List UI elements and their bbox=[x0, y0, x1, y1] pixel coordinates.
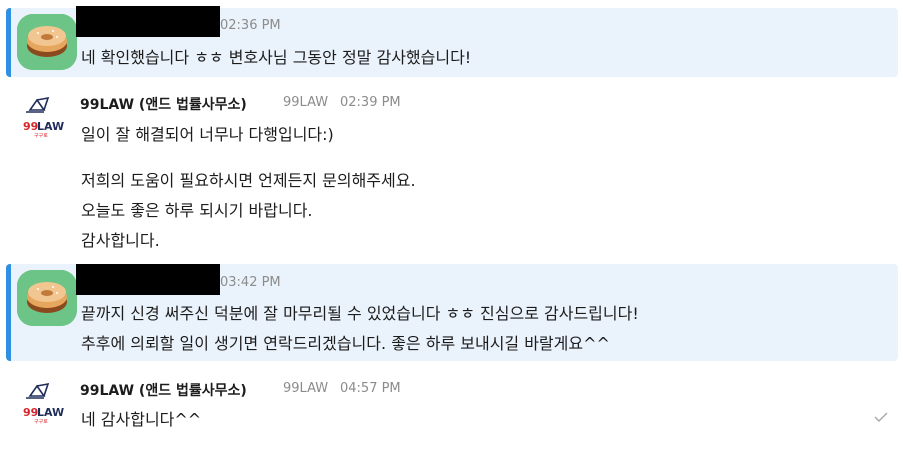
message-text: 네 감사합니다^^ bbox=[81, 410, 202, 429]
message-firm-2[interactable]: 99 LAW 구구로 99LAW (앤드 법률사무소) 99LAW 04:57 … bbox=[0, 366, 903, 436]
message-text: 오늘도 좋은 하루 되시기 바랍니다. bbox=[81, 201, 313, 220]
sender-handle: 99LAW bbox=[283, 381, 329, 396]
sender-name[interactable]: 99LAW (앤드 법률사무소) bbox=[80, 380, 247, 400]
sender-name[interactable]: 99LAW (앤드 법률사무소) bbox=[80, 94, 247, 114]
99law-logo-icon[interactable]: 99 LAW 구구로 bbox=[20, 378, 68, 426]
sender-handle: 99LAW bbox=[283, 95, 329, 110]
message-text: 감사합니다. bbox=[81, 231, 160, 250]
message-timestamp[interactable]: 04:57 PM bbox=[340, 381, 401, 396]
svg-text:LAW: LAW bbox=[37, 120, 64, 133]
redacted-sender-name bbox=[76, 6, 220, 37]
message-text: 일이 잘 해결되어 너무나 다행입니다:) bbox=[81, 125, 334, 144]
message-customer-1[interactable]: 02:36 PM 네 확인했습니다 ㅎㅎ 변호사님 그동안 정말 감사했습니다! bbox=[6, 6, 898, 77]
redacted-sender-name bbox=[76, 264, 220, 295]
message-text: 추후에 의뢰할 일이 생기면 연락드리겠습니다. 좋은 하루 보내시길 바랄게요… bbox=[81, 334, 610, 353]
bagel-avatar-icon[interactable] bbox=[17, 14, 77, 70]
svg-text:구구로: 구구로 bbox=[34, 419, 48, 425]
message-firm-1[interactable]: 99 LAW 구구로 99LAW (앤드 법률사무소) 99LAW 02:39 … bbox=[0, 80, 903, 260]
bagel-avatar-icon[interactable] bbox=[17, 270, 77, 326]
message-timestamp[interactable]: 02:39 PM bbox=[340, 95, 401, 110]
message-timestamp[interactable]: 03:42 PM bbox=[220, 275, 281, 290]
message-text: 저희의 도움이 필요하시면 언제든지 문의해주세요. bbox=[81, 171, 416, 190]
message-timestamp[interactable]: 02:36 PM bbox=[220, 18, 281, 33]
svg-text:구구로: 구구로 bbox=[34, 133, 48, 139]
check-icon bbox=[874, 412, 888, 422]
99law-logo-icon[interactable]: 99 LAW 구구로 bbox=[20, 92, 68, 140]
message-feed: 02:36 PM 네 확인했습니다 ㅎㅎ 변호사님 그동안 정말 감사했습니다!… bbox=[0, 0, 903, 460]
svg-text:LAW: LAW bbox=[37, 406, 64, 419]
message-text: 끝까지 신경 써주신 덕분에 잘 마무리될 수 있었습니다 ㅎㅎ 진심으로 감사… bbox=[81, 304, 639, 323]
message-text: 네 확인했습니다 ㅎㅎ 변호사님 그동안 정말 감사했습니다! bbox=[81, 48, 472, 67]
message-customer-2[interactable]: 03:42 PM 끝까지 신경 써주신 덕분에 잘 마무리될 수 있었습니다 ㅎ… bbox=[6, 264, 898, 361]
